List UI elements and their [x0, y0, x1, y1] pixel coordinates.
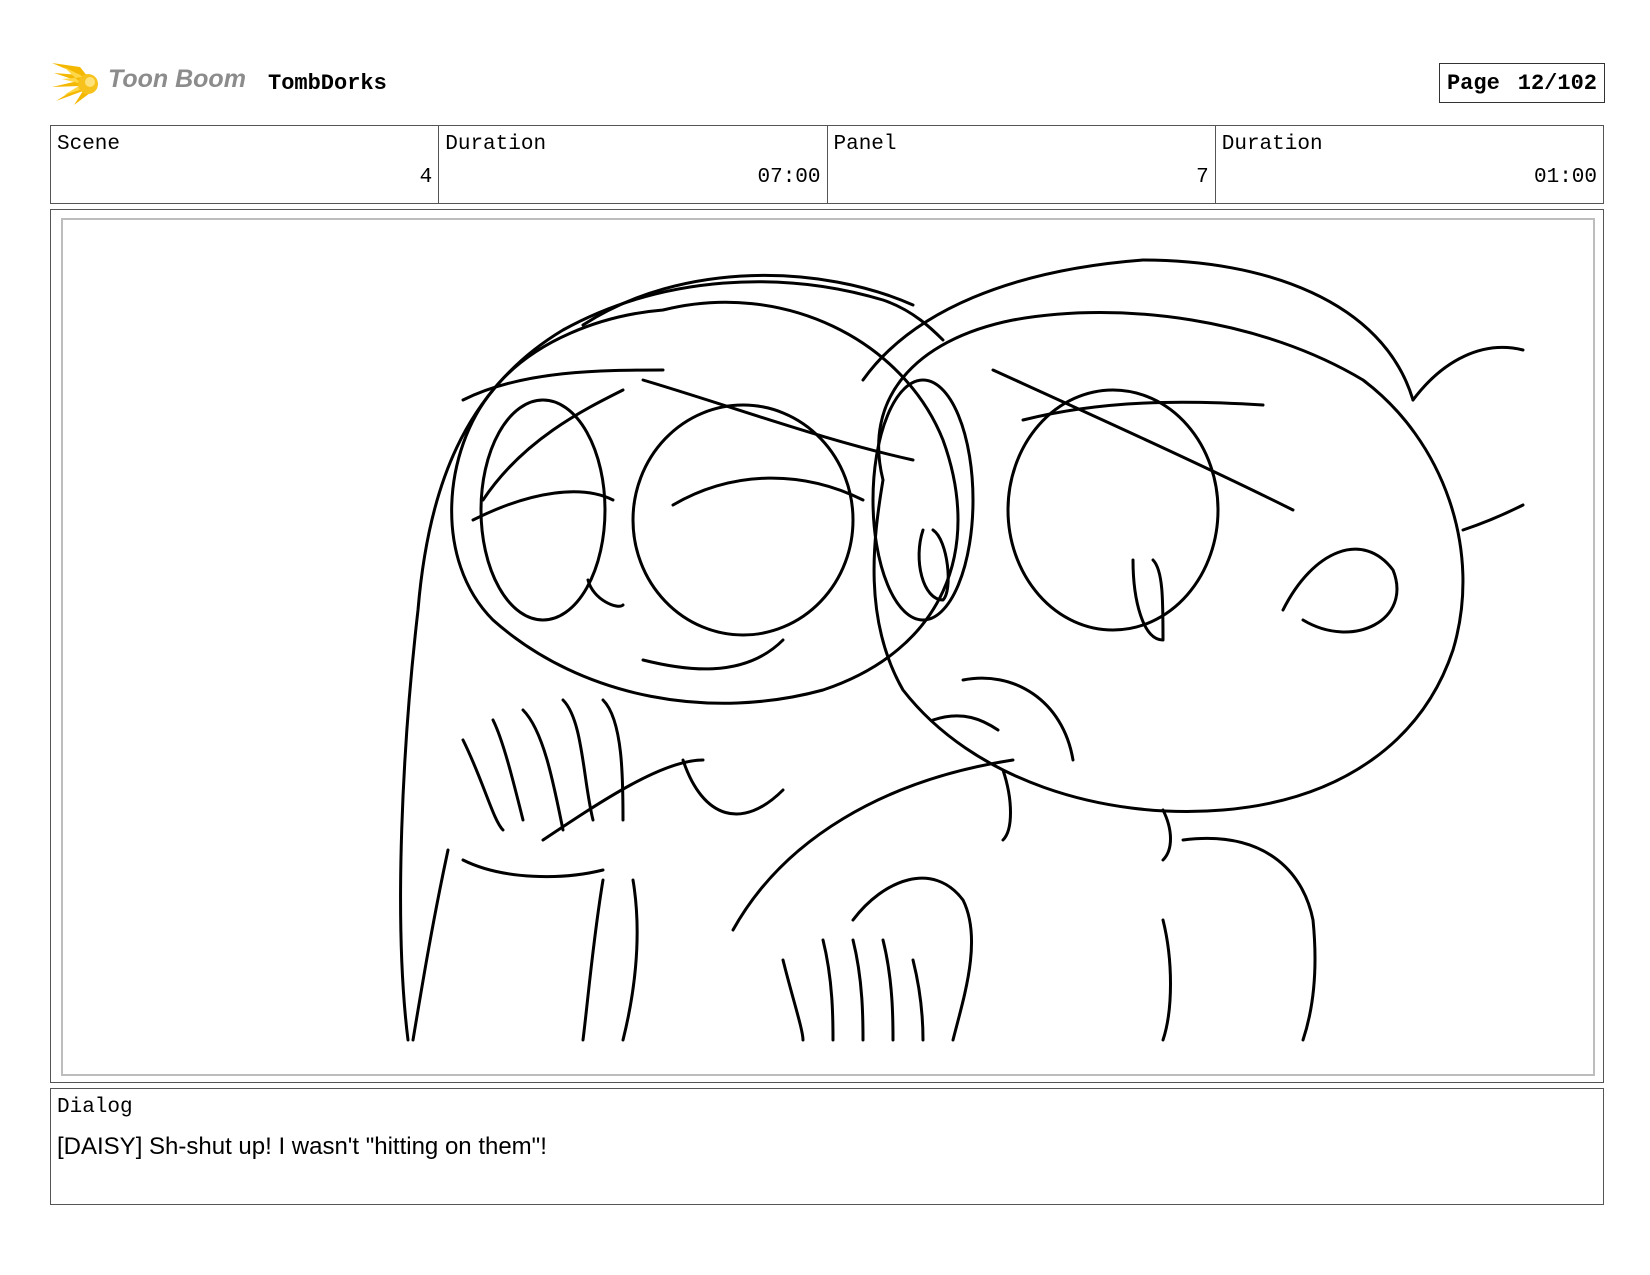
- dialog-label: Dialog: [57, 1096, 133, 1119]
- left-nose: [586, 578, 625, 608]
- logo-wordmark: Toon Boom: [108, 65, 246, 93]
- scene-label: Scene: [57, 133, 121, 156]
- panel-frame: [61, 218, 1595, 1076]
- page-indicator: Page 12/102: [1438, 63, 1605, 103]
- right-hand-5: [911, 958, 925, 1042]
- dialog-text: [DAISY] Sh-shut up! I wasn't "hitting on…: [57, 1133, 547, 1160]
- left-eyelid-1: [471, 490, 615, 522]
- left-head-line: [461, 368, 665, 402]
- left-hand-5: [601, 698, 625, 822]
- right-brow: [991, 368, 1295, 512]
- left-smile: [641, 638, 785, 671]
- character-sketch: [399, 258, 1525, 1042]
- right-mouth-2: [931, 714, 1000, 732]
- left-hand-4: [561, 698, 595, 822]
- right-neck-2: [1001, 768, 1012, 842]
- project-title: TombDorks: [268, 71, 387, 96]
- right-neck: [1161, 808, 1172, 862]
- scene-duration-value: 07:00: [757, 166, 821, 189]
- storyboard-panel: [50, 209, 1604, 1083]
- left-eye-2: [631, 403, 855, 637]
- right-hair-side: [1461, 503, 1525, 532]
- left-neck: [681, 758, 785, 816]
- right-hand-4: [881, 938, 895, 1042]
- left-hand-3: [521, 708, 565, 832]
- scene-cell: Scene 4: [51, 126, 440, 203]
- right-hair-outline: [861, 258, 1415, 402]
- left-body-1: [411, 848, 450, 1042]
- right-chest: [1161, 918, 1172, 1042]
- left-body-2: [581, 878, 605, 1042]
- scene-duration-label: Duration: [445, 133, 547, 156]
- panel-duration-value: 01:00: [1533, 166, 1597, 189]
- panel-label: Panel: [833, 133, 897, 156]
- right-hand-2: [821, 938, 835, 1042]
- right-ear: [1281, 547, 1399, 634]
- left-hair-outline: [399, 280, 945, 1042]
- dialog-box: Dialog [DAISY] Sh-shut up! I wasn't "hit…: [50, 1088, 1604, 1205]
- right-eyelid: [1021, 400, 1265, 422]
- panel-info-row: Scene 4 Duration 07:00 Panel 7 Duration …: [50, 125, 1604, 204]
- left-wrist: [461, 858, 605, 879]
- storyboard-header: Toon Boom TombDorks Page 12/102: [50, 55, 1605, 110]
- page-number: 12/102: [1517, 70, 1597, 96]
- left-body-3: [621, 878, 639, 1042]
- starburst-icon: [52, 63, 98, 105]
- left-hand-2: [491, 718, 525, 822]
- left-eye-1: [479, 398, 607, 622]
- right-hand-1: [781, 958, 805, 1042]
- panel-duration-cell: Duration 01:00: [1216, 126, 1603, 203]
- left-brow: [641, 378, 915, 462]
- scene-value: 4: [419, 166, 433, 189]
- page-label: Page: [1446, 70, 1500, 96]
- panel-value: 7: [1196, 166, 1209, 189]
- right-shoulder: [1181, 837, 1317, 1042]
- left-hand-1: [461, 738, 505, 832]
- panel-duration-label: Duration: [1221, 133, 1323, 156]
- panel-cell: Panel 7: [828, 126, 1216, 203]
- left-eyelid-2: [671, 476, 865, 507]
- toon-boom-logo: Toon Boom: [50, 55, 250, 110]
- right-hand-3: [851, 938, 865, 1042]
- right-head: [872, 311, 1465, 813]
- right-arm-curve: [731, 758, 1015, 932]
- right-bun: [1411, 345, 1525, 402]
- scene-duration-cell: Duration 07:00: [439, 126, 828, 203]
